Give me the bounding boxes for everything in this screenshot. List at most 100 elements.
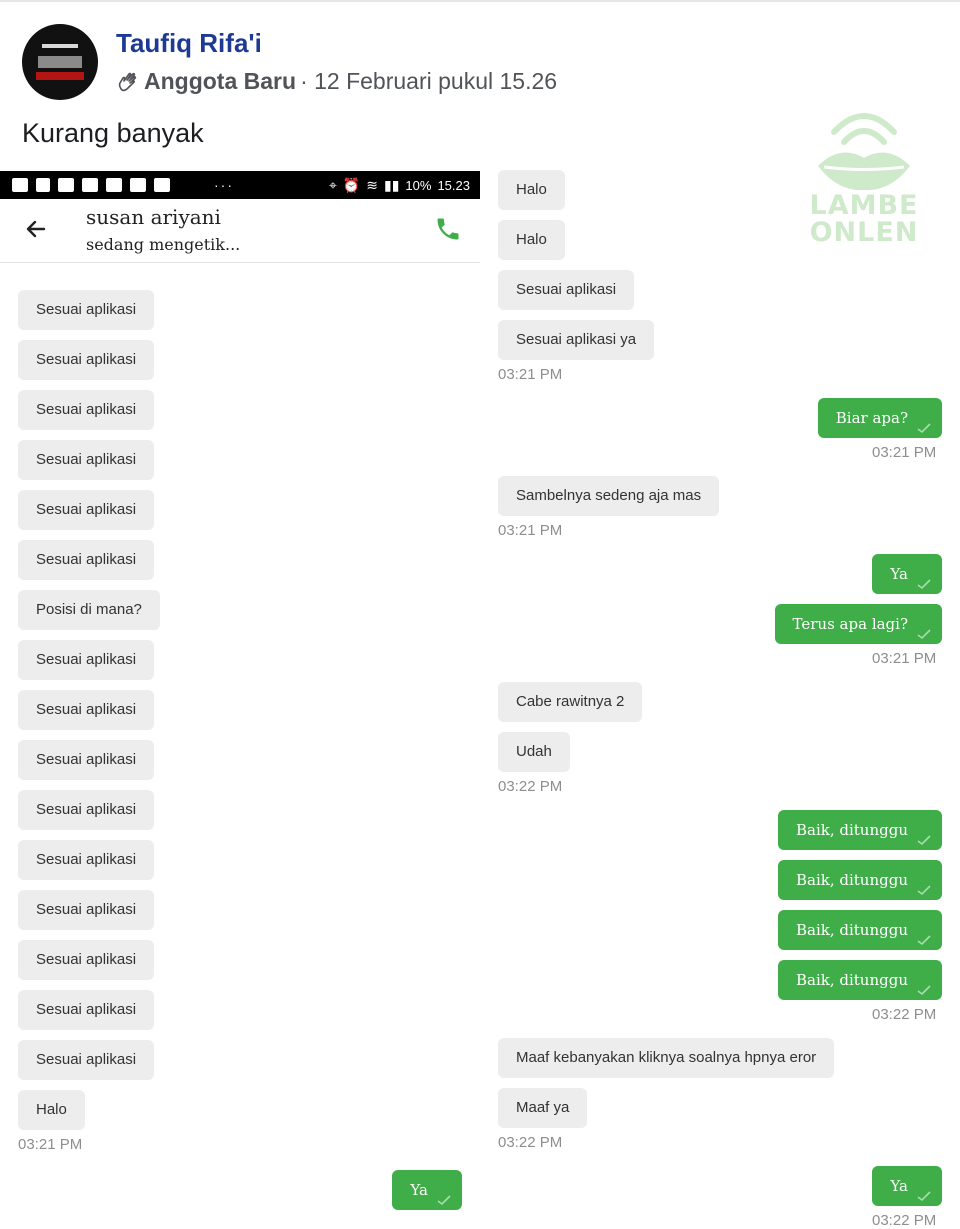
message-text: Sesuai aplikasi bbox=[36, 951, 137, 968]
incoming-message[interactable]: Sesuai aplikasi bbox=[18, 990, 155, 1030]
message-text: Sesuai aplikasi bbox=[36, 301, 137, 318]
youtube-icon bbox=[130, 178, 146, 192]
back-arrow-icon[interactable] bbox=[22, 215, 50, 243]
waving-hand-icon bbox=[118, 72, 137, 91]
alarm-icon: ⏰ bbox=[342, 176, 361, 193]
message-text: Sesuai aplikasi bbox=[36, 501, 137, 518]
message-timestamp: 03:22 PM bbox=[872, 1006, 937, 1023]
incoming-message[interactable]: Sesuai aplikasi bbox=[18, 390, 155, 430]
member-badge[interactable]: Anggota Baru bbox=[144, 68, 296, 95]
message-text: Maaf ya bbox=[516, 1099, 570, 1116]
message-text: Sambelnya sedeng aja mas bbox=[516, 487, 702, 504]
outgoing-message[interactable]: Baik, ditunggu bbox=[777, 960, 942, 1000]
incoming-message[interactable]: Sesuai aplikasi bbox=[18, 790, 155, 830]
incoming-message[interactable]: Sesuai aplikasi bbox=[498, 270, 635, 310]
post-author[interactable]: Taufiq Rifa'i bbox=[116, 28, 262, 59]
app-icon bbox=[82, 178, 98, 192]
message-timestamp: 03:21 PM bbox=[872, 444, 937, 461]
notification-icon bbox=[12, 178, 28, 192]
message-text: Sesuai aplikasi bbox=[516, 281, 617, 298]
message-text: Maaf kebanyakan kliknya soalnya hpnya er… bbox=[516, 1049, 817, 1066]
message-text: Biar apa? bbox=[835, 409, 908, 427]
post-caption: Kurang banyak bbox=[22, 118, 204, 148]
watermark-line2: ONLEN bbox=[809, 217, 919, 248]
message-text: Ya bbox=[410, 1181, 428, 1199]
message-text: Sesuai aplikasi bbox=[36, 751, 137, 768]
incoming-message[interactable]: Sesuai aplikasi bbox=[18, 640, 155, 680]
incoming-message[interactable]: Sesuai aplikasi bbox=[18, 940, 155, 980]
message-text: Sesuai aplikasi bbox=[36, 851, 137, 868]
incoming-message[interactable]: Sesuai aplikasi bbox=[18, 1040, 155, 1080]
message-timestamp: 03:22 PM bbox=[498, 778, 563, 795]
message-text: Sesuai aplikasi bbox=[36, 901, 137, 918]
chat-header: susan ariyani sedang mengetik... bbox=[0, 199, 480, 263]
incoming-message[interactable]: Sesuai aplikasi ya bbox=[498, 320, 655, 360]
incoming-message[interactable]: Sesuai aplikasi bbox=[18, 540, 155, 580]
incoming-message[interactable]: Udah bbox=[498, 732, 570, 772]
battery-level: 10% bbox=[405, 177, 432, 193]
youtube-icon bbox=[154, 178, 170, 192]
outgoing-message[interactable]: Terus apa lagi? bbox=[774, 604, 942, 644]
message-text: Sesuai aplikasi bbox=[36, 351, 137, 368]
post-date[interactable]: · 12 Februari pukul 15.26 bbox=[300, 68, 557, 95]
outgoing-message[interactable]: Baik, ditunggu bbox=[777, 910, 942, 950]
incoming-message[interactable]: Maaf kebanyakan kliknya soalnya hpnya er… bbox=[498, 1038, 835, 1078]
outgoing-message[interactable]: Baik, ditunggu bbox=[777, 860, 942, 900]
message-text: Sesuai aplikasi bbox=[36, 651, 137, 668]
outgoing-message[interactable]: Ya bbox=[392, 1170, 462, 1210]
delivered-check-icon bbox=[917, 885, 931, 896]
message-text: Ya bbox=[890, 1177, 908, 1195]
message-text: Sesuai aplikasi bbox=[36, 701, 137, 718]
signal-icon: ▮▮ bbox=[384, 176, 400, 193]
message-text: Sesuai aplikasi bbox=[36, 451, 137, 468]
incoming-message[interactable]: Halo bbox=[498, 170, 565, 210]
incoming-message[interactable]: Sambelnya sedeng aja mas bbox=[498, 476, 720, 516]
message-timestamp: 03:21 PM bbox=[872, 650, 937, 667]
incoming-message[interactable]: Maaf ya bbox=[498, 1088, 588, 1128]
top-divider bbox=[0, 0, 960, 2]
clock: 15.23 bbox=[437, 177, 470, 193]
message-text: Terus apa lagi? bbox=[792, 615, 908, 633]
message-text: Baik, ditunggu bbox=[795, 871, 908, 889]
delivered-check-icon bbox=[917, 985, 931, 996]
incoming-message[interactable]: Sesuai aplikasi bbox=[18, 490, 155, 530]
message-text: Baik, ditunggu bbox=[795, 921, 908, 939]
message-text: Sesuai aplikasi bbox=[36, 1001, 137, 1018]
typing-status: sedang mengetik... bbox=[86, 235, 241, 254]
incoming-message[interactable]: Sesuai aplikasi bbox=[18, 690, 155, 730]
incoming-message[interactable]: Sesuai aplikasi bbox=[18, 740, 155, 780]
message-text: Sesuai aplikasi bbox=[36, 401, 137, 418]
message-timestamp: 03:22 PM bbox=[872, 1212, 937, 1229]
contact-name[interactable]: susan ariyani bbox=[86, 205, 221, 229]
incoming-message[interactable]: Sesuai aplikasi bbox=[18, 290, 155, 330]
incoming-message[interactable]: Sesuai aplikasi bbox=[18, 840, 155, 880]
delivered-check-icon bbox=[917, 1191, 931, 1202]
incoming-message[interactable]: Sesuai aplikasi bbox=[18, 440, 155, 480]
outgoing-message[interactable]: Ya bbox=[872, 554, 942, 594]
delivered-check-icon bbox=[917, 935, 931, 946]
outgoing-message[interactable]: Baik, ditunggu bbox=[777, 810, 942, 850]
message-timestamp: 03:22 PM bbox=[498, 1134, 563, 1151]
outgoing-message[interactable]: Ya bbox=[872, 1166, 942, 1206]
outgoing-message[interactable]: Biar apa? bbox=[817, 398, 942, 438]
incoming-message[interactable]: Halo bbox=[498, 220, 565, 260]
message-text: Udah bbox=[516, 743, 552, 760]
message-text: Halo bbox=[516, 181, 547, 198]
location-icon: ⌖ bbox=[328, 176, 337, 193]
message-text: Cabe rawitnya 2 bbox=[516, 693, 625, 710]
incoming-message[interactable]: Sesuai aplikasi bbox=[18, 340, 155, 380]
watermark-logo: LAMBE ONLEN bbox=[800, 92, 928, 252]
message-text: Halo bbox=[36, 1101, 67, 1118]
incoming-message[interactable]: Cabe rawitnya 2 bbox=[498, 682, 643, 722]
more-notifications: ··· bbox=[214, 177, 234, 193]
incoming-message[interactable]: Posisi di mana? bbox=[18, 590, 160, 630]
avatar[interactable] bbox=[22, 24, 98, 100]
message-text: Baik, ditunggu bbox=[795, 821, 908, 839]
message-text: Sesuai aplikasi bbox=[36, 1051, 137, 1068]
phone-icon[interactable] bbox=[434, 215, 462, 243]
wifi-icon: ≋ bbox=[366, 176, 378, 193]
incoming-message[interactable]: Halo bbox=[18, 1090, 85, 1130]
incoming-message[interactable]: Sesuai aplikasi bbox=[18, 890, 155, 930]
phone-status-bar: ··· ⌖ ⏰ ≋ ▮▮ 10% 15.23 bbox=[0, 171, 480, 199]
delivered-check-icon bbox=[917, 629, 931, 640]
